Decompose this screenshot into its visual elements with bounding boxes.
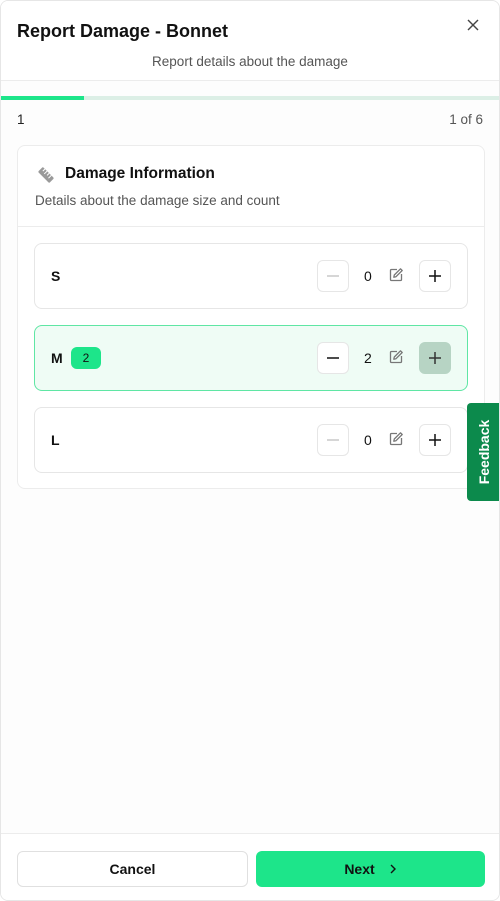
cancel-label: Cancel — [109, 861, 156, 877]
size-label: M — [51, 350, 63, 366]
damage-information-card: Damage Information Details about the dam… — [17, 145, 485, 489]
next-button[interactable]: Next — [256, 851, 485, 887]
size-row-l: L 0 — [34, 407, 468, 473]
minus-icon — [327, 357, 339, 359]
count-badge: 2 — [71, 347, 101, 369]
plus-icon — [429, 434, 441, 446]
modal-header: Report Damage - Bonnet Report details ab… — [1, 1, 499, 81]
feedback-tab[interactable]: Feedback — [467, 403, 499, 501]
size-label: S — [51, 268, 61, 284]
size-count: 2 — [364, 350, 372, 366]
edit-icon[interactable] — [388, 349, 404, 365]
close-icon — [467, 19, 479, 31]
card-description: Details about the damage size and count — [35, 193, 280, 208]
edit-icon[interactable] — [388, 431, 404, 447]
report-damage-modal: Report Damage - Bonnet Report details ab… — [0, 0, 500, 901]
decrement-button[interactable] — [317, 424, 349, 456]
increment-button[interactable] — [419, 424, 451, 456]
cancel-button[interactable]: Cancel — [17, 851, 248, 887]
size-label: L — [51, 432, 60, 448]
decrement-button[interactable] — [317, 342, 349, 374]
size-count: 0 — [364, 268, 372, 284]
minus-icon — [327, 275, 339, 277]
card-header: Damage Information Details about the dam… — [18, 146, 484, 227]
plus-icon — [429, 352, 441, 364]
size-count: 0 — [364, 432, 372, 448]
progress-fill — [1, 96, 85, 100]
card-title: Damage Information — [65, 165, 215, 182]
minus-icon — [327, 439, 339, 441]
progress-bar — [1, 96, 499, 100]
increment-button[interactable] — [419, 260, 451, 292]
decrement-button[interactable] — [317, 260, 349, 292]
modal-footer: Cancel Next — [1, 833, 499, 900]
current-step: 1 — [17, 112, 25, 127]
modal-title: Report Damage - Bonnet — [17, 21, 229, 41]
modal-subtitle: Report details about the damage — [152, 54, 348, 69]
next-label: Next — [344, 861, 375, 877]
ruler-icon — [38, 167, 54, 183]
size-row-s: S 0 — [34, 243, 468, 309]
increment-button[interactable] — [419, 342, 451, 374]
edit-icon[interactable] — [388, 267, 404, 283]
chevron-right-icon — [390, 864, 396, 874]
plus-icon — [429, 270, 441, 282]
size-row-m: M 2 2 — [34, 325, 468, 391]
step-counter: 1 of 6 — [449, 112, 483, 127]
feedback-label: Feedback — [476, 419, 492, 485]
close-button[interactable] — [463, 15, 483, 35]
